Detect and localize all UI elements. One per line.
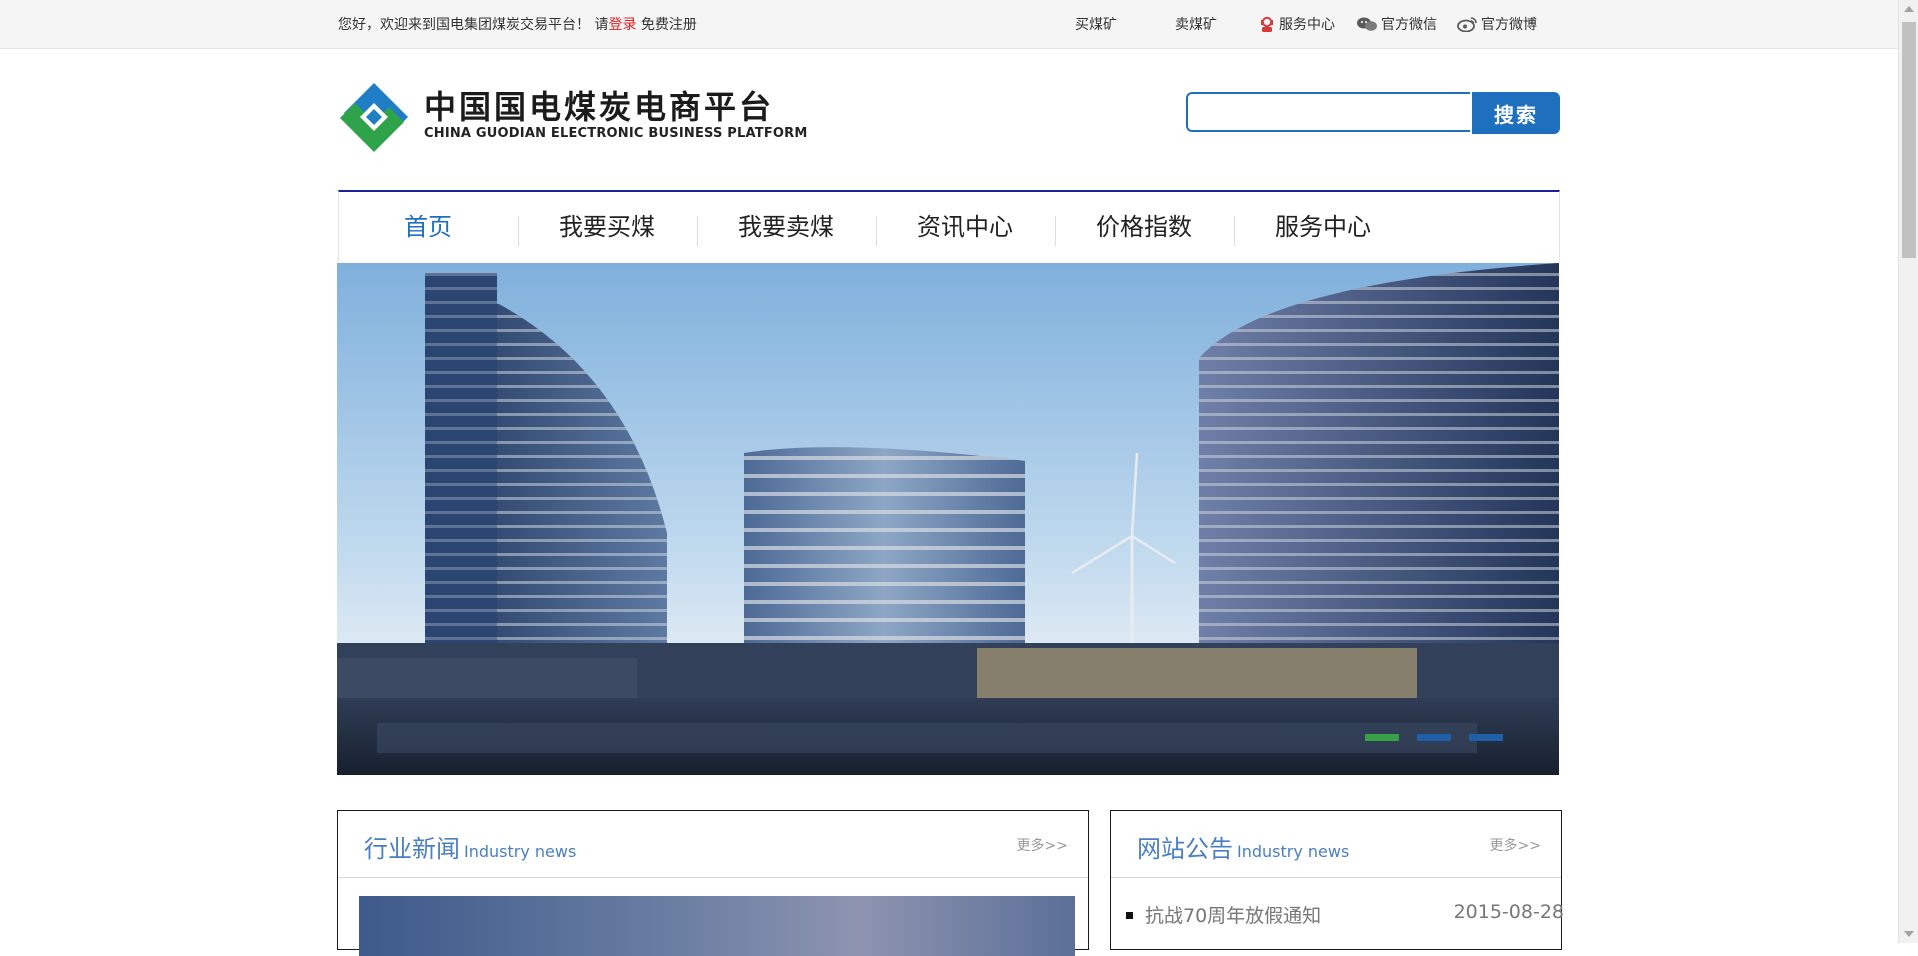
search-button[interactable]: 搜索 — [1472, 92, 1560, 134]
top-link-label: 官方微信 — [1381, 17, 1437, 33]
scroll-down-icon[interactable] — [1904, 931, 1914, 937]
carousel-dot-2[interactable] — [1417, 734, 1451, 741]
hero-banner-image[interactable] — [337, 263, 1559, 775]
scroll-up-icon[interactable] — [1904, 6, 1914, 12]
main-nav: 首页 我要买煤 我要卖煤 资讯中心 价格指数 服务中心 — [338, 190, 1560, 262]
weibo-icon — [1456, 16, 1478, 33]
nav-item-home[interactable]: 首页 — [339, 192, 517, 262]
top-link-sell-mine[interactable]: 卖煤矿 — [1175, 14, 1217, 34]
nav-item-buy-coal[interactable]: 我要买煤 — [518, 192, 696, 262]
top-bar: 您好，欢迎来到国电集团煤炭交易平台！ 请登录 免费注册 买煤矿 卖煤矿 服务中心… — [0, 0, 1898, 49]
brand-name-en: CHINA GUODIAN ELECTRONIC BUSINESS PLATFO… — [424, 126, 808, 141]
panel-title-text: 网站公告 — [1137, 835, 1233, 863]
news-more-link[interactable]: 更多>> — [1017, 835, 1068, 855]
site-notice-panel: 网站公告 Industry news 更多>> 抗战70周年放假通知 2015-0… — [1110, 810, 1564, 950]
notice-title[interactable]: 抗战70周年放假通知 — [1145, 901, 1321, 928]
scrollbar-thumb[interactable] — [1902, 22, 1916, 258]
panel-title: 行业新闻 Industry news — [364, 829, 576, 864]
panel-title: 网站公告 Industry news — [1137, 829, 1349, 864]
carousel-indicators — [1365, 734, 1503, 741]
login-link[interactable]: 登录 — [608, 17, 636, 33]
top-link-service-center[interactable]: 服务中心 — [1258, 14, 1335, 34]
search-input[interactable] — [1186, 92, 1470, 132]
panel-header: 网站公告 Industry news 更多>> — [1111, 811, 1561, 878]
carousel-dot-1[interactable] — [1365, 734, 1399, 741]
top-link-label: 官方微博 — [1481, 17, 1537, 33]
notice-more-link[interactable]: 更多>> — [1490, 835, 1541, 855]
top-link-label: 买煤矿 — [1075, 17, 1117, 33]
nav-item-price-index[interactable]: 价格指数 — [1055, 192, 1233, 262]
list-item[interactable]: 抗战70周年放假通知 2015-08-28 — [1123, 901, 1564, 928]
nav-item-service-center[interactable]: 服务中心 — [1234, 192, 1412, 262]
bullet-icon — [1126, 912, 1133, 919]
welcome-text: 您好，欢迎来到国电集团煤炭交易平台！ 请 — [338, 17, 609, 33]
welcome-message: 您好，欢迎来到国电集团煤炭交易平台！ 请登录 免费注册 — [338, 14, 697, 34]
panel-subtitle: Industry news — [1237, 842, 1350, 861]
wechat-icon — [1356, 16, 1378, 32]
panel-title-text: 行业新闻 — [364, 835, 460, 863]
panel-header: 行业新闻 Industry news 更多>> — [338, 811, 1088, 878]
brand-logo-icon[interactable] — [338, 81, 410, 154]
register-link[interactable]: 免费注册 — [641, 17, 697, 33]
notice-date: 2015-08-28 — [1453, 901, 1564, 923]
top-link-buy-mine[interactable]: 买煤矿 — [1075, 14, 1117, 34]
industry-news-panel: 行业新闻 Industry news 更多>> — [337, 810, 1089, 956]
panel-subtitle: Industry news — [464, 842, 577, 861]
news-thumbnail-image[interactable] — [359, 896, 1075, 956]
nav-item-news-center[interactable]: 资讯中心 — [876, 192, 1054, 262]
top-link-weibo[interactable]: 官方微博 — [1456, 14, 1537, 34]
top-link-wechat[interactable]: 官方微信 — [1356, 14, 1437, 34]
carousel-dot-3[interactable] — [1469, 734, 1503, 741]
brand-name-cn: 中国国电煤炭电商平台 — [424, 88, 775, 126]
page-scrollbar[interactable] — [1898, 0, 1918, 943]
nav-item-sell-coal[interactable]: 我要卖煤 — [697, 192, 875, 262]
top-link-label: 卖煤矿 — [1175, 17, 1217, 33]
top-link-label: 服务中心 — [1279, 17, 1335, 33]
customer-service-icon — [1258, 16, 1276, 32]
